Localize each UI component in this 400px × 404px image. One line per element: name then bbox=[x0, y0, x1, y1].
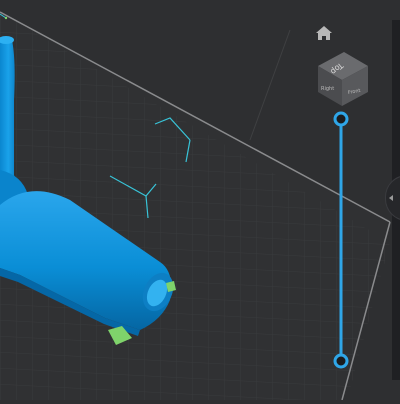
layer-slider-upper-handle[interactable] bbox=[333, 111, 349, 127]
chevron-left-icon bbox=[389, 195, 393, 201]
view-cube[interactable] bbox=[314, 48, 370, 108]
layer-slider[interactable] bbox=[330, 110, 352, 372]
home-view-button[interactable] bbox=[312, 22, 336, 46]
home-icon bbox=[316, 26, 332, 40]
layer-slider-lower-handle[interactable] bbox=[333, 353, 349, 369]
